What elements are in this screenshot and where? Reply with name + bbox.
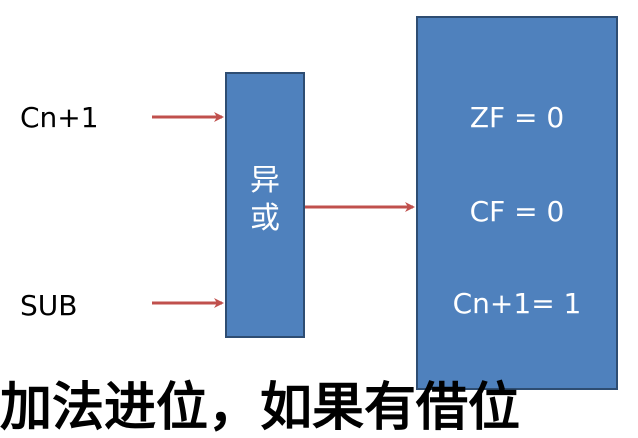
flag-zf: ZF = 0 [469, 101, 565, 134]
caption-text: 加法进位，如果有借位 [0, 378, 521, 438]
diagram-canvas: Cn+1 SUB 异 或 ZF = 0 CF = 0 Cn+1= 1 加法进位，… [0, 0, 638, 434]
xor-block: 异 或 [225, 72, 305, 338]
flag-cf: CF = 0 [469, 195, 565, 228]
flags-block: ZF = 0 CF = 0 Cn+1= 1 [416, 16, 618, 390]
input-label-carry: Cn+1 [20, 101, 99, 134]
flag-cn1: Cn+1= 1 [452, 287, 582, 320]
xor-block-text: 异 或 [227, 162, 303, 238]
xor-char-1: 异 [250, 163, 280, 198]
input-label-sub: SUB [20, 289, 78, 322]
xor-char-2: 或 [250, 201, 280, 236]
